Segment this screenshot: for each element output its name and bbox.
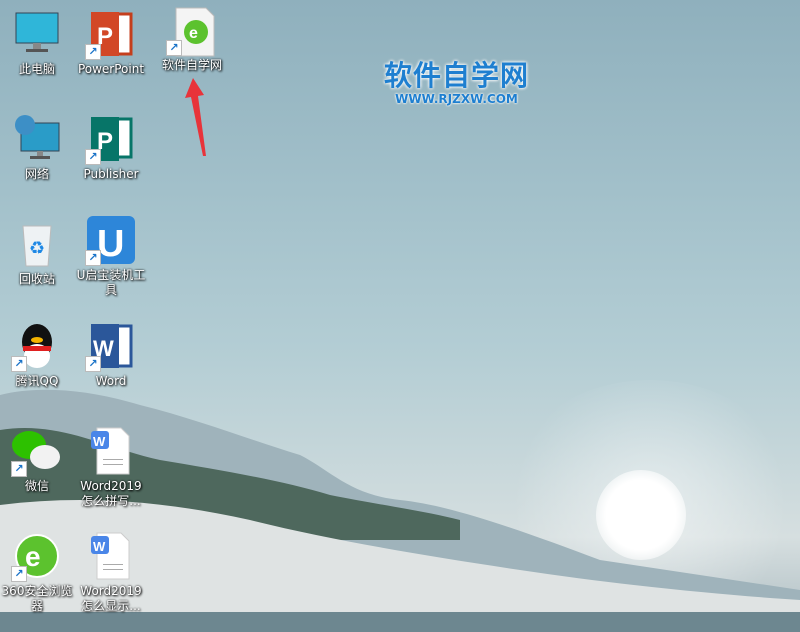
- watermark-url: WWW.RJZXW.COM: [395, 92, 518, 106]
- desktop-icon-wechat[interactable]: ↗ 微信: [0, 427, 74, 494]
- icon-label: 回收站: [18, 272, 55, 286]
- desktop-icon-qq[interactable]: ↗ 腾讯QQ: [0, 322, 74, 389]
- svg-text:♻: ♻: [29, 238, 45, 259]
- svg-text:W: W: [93, 434, 106, 449]
- word-doc-icon: W: [87, 532, 135, 580]
- shortcut-arrow-icon: ↗: [85, 356, 101, 372]
- 360-browser-file-icon: e ↗: [166, 6, 216, 57]
- network-icon: [13, 115, 61, 163]
- svg-text:U: U: [97, 223, 124, 264]
- svg-text:e: e: [25, 541, 41, 572]
- desktop-icon-word-doc-1[interactable]: W Word2019怎么拼写...: [74, 427, 148, 509]
- recycle-bin-icon: ♻: [13, 220, 61, 268]
- icon-label: 软件自学网: [161, 58, 222, 72]
- desktop-icon-rjzxw[interactable]: e ↗ 软件自学网: [155, 6, 229, 73]
- shortcut-arrow-icon: ↗: [85, 250, 101, 266]
- icon-label: Word2019怎么显示...: [80, 584, 142, 613]
- icon-label: U启宝装机工具: [76, 268, 146, 297]
- desktop-icon-powerpoint[interactable]: P ↗ PowerPoint: [74, 10, 148, 77]
- icon-label: 360安全浏览器: [1, 584, 73, 613]
- wechat-icon: ↗: [11, 427, 61, 477]
- red-arrow-annotation: [185, 78, 206, 156]
- shortcut-arrow-icon: ↗: [85, 44, 101, 60]
- icon-label: 微信: [24, 479, 49, 493]
- watermark-logo: 软件自学网 WWW.RJZXW.COM: [384, 54, 529, 106]
- desktop-icon-publisher[interactable]: P ↗ Publisher: [74, 115, 148, 182]
- shortcut-arrow-icon: ↗: [11, 566, 27, 582]
- sun: [596, 470, 686, 560]
- svg-text:W: W: [93, 539, 106, 554]
- desktop-icon-u-tool[interactable]: U ↗ U启宝装机工具: [74, 216, 148, 298]
- u-tool-icon: U ↗: [85, 216, 135, 266]
- icon-label: 此电脑: [18, 62, 55, 76]
- icon-label: 网络: [24, 167, 49, 181]
- desktop-icon-word[interactable]: W ↗ Word: [74, 322, 148, 389]
- computer-icon: [13, 10, 61, 58]
- icon-label: Publisher: [83, 167, 139, 181]
- powerpoint-icon: P ↗: [85, 10, 135, 60]
- icon-label: 腾讯QQ: [15, 374, 59, 388]
- desktop-icon-network[interactable]: 网络: [0, 115, 74, 182]
- desktop-icon-360-browser[interactable]: e ↗ 360安全浏览器: [0, 532, 74, 614]
- svg-text:e: e: [189, 25, 198, 42]
- desktop-icon-this-pc[interactable]: 此电脑: [0, 10, 74, 77]
- icon-label: Word2019怎么拼写...: [80, 479, 142, 508]
- shortcut-arrow-icon: ↗: [85, 149, 101, 165]
- icon-label: Word: [95, 374, 127, 388]
- desktop-icon-word-doc-2[interactable]: W Word2019怎么显示...: [74, 532, 148, 614]
- publisher-icon: P ↗: [85, 115, 135, 165]
- word-icon: W ↗: [85, 322, 135, 372]
- desktop-icon-recycle-bin[interactable]: ♻ 回收站: [0, 220, 74, 287]
- word-doc-icon: W: [87, 427, 135, 475]
- shortcut-arrow-icon: ↗: [11, 356, 27, 372]
- 360-browser-icon: e ↗: [11, 532, 61, 582]
- qq-icon: ↗: [11, 322, 61, 372]
- shortcut-arrow-icon: ↗: [11, 461, 27, 477]
- watermark-title: 软件自学网: [384, 59, 530, 92]
- shortcut-arrow-icon: ↗: [166, 40, 182, 56]
- icon-label: PowerPoint: [77, 62, 145, 76]
